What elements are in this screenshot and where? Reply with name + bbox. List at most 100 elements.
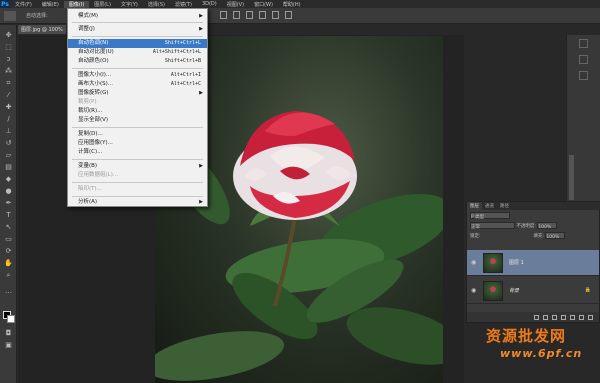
menu-view[interactable]: 视图(V) xyxy=(222,1,249,8)
shape-icon[interactable]: ▭ xyxy=(4,235,13,243)
layer-row-1[interactable]: ◉ 图层 1 xyxy=(467,250,599,276)
magic-wand-icon[interactable]: ⁂ xyxy=(4,67,13,75)
watermark-text: 资源批发网 xyxy=(486,327,567,345)
move-tool-icon[interactable] xyxy=(4,10,16,21)
tab-channels[interactable]: 通道 xyxy=(482,202,497,210)
move-icon[interactable]: ✥ xyxy=(4,31,13,39)
new-layer-icon[interactable] xyxy=(579,314,584,320)
fill-label: 填充: xyxy=(533,234,544,239)
auto-select-label: 自动选择: xyxy=(26,13,48,19)
pen-icon[interactable]: ✒ xyxy=(4,199,13,207)
menu-3d[interactable]: 3D(D) xyxy=(197,1,222,7)
blur-icon[interactable]: ◆ xyxy=(4,175,13,183)
opacity-label: 不透明度: xyxy=(516,224,536,229)
menu-item-label: 自动色调(N) xyxy=(78,40,109,46)
background-color-swatch[interactable] xyxy=(7,315,15,323)
eraser-icon[interactable]: ▱ xyxy=(4,151,13,159)
link-layers-icon[interactable] xyxy=(534,314,539,320)
healing-brush-icon[interactable]: ✚ xyxy=(4,103,13,111)
menu-item-image-size[interactable]: 图像大小(I)... Alt+Ctrl+I xyxy=(68,71,207,80)
align-middle-icon[interactable] xyxy=(233,11,240,19)
menu-item-shortcut: Alt+Ctrl+C xyxy=(170,81,201,87)
menu-item-mode[interactable]: 模式(M) ▶ xyxy=(68,12,207,21)
layer-kind-filter[interactable]: P 类型 xyxy=(470,212,510,220)
menu-separator xyxy=(72,196,203,197)
path-selection-icon[interactable]: ↖ xyxy=(4,223,13,231)
menu-item-label: 自动颜色(O) xyxy=(78,58,109,64)
blend-mode-select[interactable]: 正常 xyxy=(470,222,515,230)
menu-item-auto-contrast[interactable]: 自动对比度(U) Alt+Shift+Ctrl+L xyxy=(68,48,207,57)
dodge-icon[interactable]: ● xyxy=(4,187,13,195)
hand-icon[interactable]: ✋ xyxy=(4,259,13,267)
submenu-arrow-icon: ▶ xyxy=(199,90,203,96)
delete-layer-icon[interactable] xyxy=(588,314,593,320)
add-mask-icon[interactable] xyxy=(552,314,557,320)
menu-item-auto-tone[interactable]: 自动色调(N) Shift+Ctrl+L xyxy=(68,39,207,48)
menu-item-label: 复制(D)... xyxy=(78,131,103,137)
gradient-icon[interactable]: ▤ xyxy=(4,163,13,171)
history-brush-icon[interactable]: ↺ xyxy=(4,139,13,147)
align-left-icon[interactable] xyxy=(259,11,266,19)
clone-stamp-icon[interactable]: ⊥ xyxy=(4,127,13,135)
tab-layers[interactable]: 图层 xyxy=(467,202,482,210)
menu-edit[interactable]: 编辑(E) xyxy=(37,1,64,8)
menu-item-trim[interactable]: 裁切(R)... xyxy=(68,107,207,116)
visibility-eye-icon[interactable]: ◉ xyxy=(471,259,476,266)
menu-window[interactable]: 窗口(W) xyxy=(249,1,278,8)
menu-item-reveal-all[interactable]: 显示全部(V) xyxy=(68,116,207,125)
menu-item-label: 模式(M) xyxy=(78,13,99,19)
align-top-icon[interactable] xyxy=(220,11,227,19)
fx-icon[interactable] xyxy=(543,314,548,320)
menu-item-duplicate[interactable]: 复制(D)... xyxy=(68,130,207,139)
menu-separator xyxy=(72,127,203,128)
quick-mask-icon[interactable]: ◘ xyxy=(4,329,13,337)
menu-image[interactable]: 图像(I) xyxy=(63,0,90,8)
swatches-panel-icon[interactable] xyxy=(579,71,588,80)
document-tab[interactable]: 图层.jpg @ 100% xyxy=(18,25,66,34)
tab-paths[interactable]: 路径 xyxy=(497,202,512,210)
menu-help[interactable]: 帮助(H) xyxy=(278,1,306,8)
type-icon[interactable]: T xyxy=(4,211,13,219)
fill-input[interactable]: 100% xyxy=(545,232,566,240)
brush-icon[interactable]: ∕ xyxy=(4,115,13,123)
lock-row: 锁定: 填充: 100% xyxy=(470,232,598,241)
menu-item-image-rotation[interactable]: 图像旋转(G) ▶ xyxy=(68,89,207,98)
opacity-input[interactable]: 100% xyxy=(537,222,558,230)
menu-item-label: 应用数据组(L)... xyxy=(78,172,119,178)
align-right-icon[interactable] xyxy=(285,11,292,19)
menu-item-analysis[interactable]: 分析(A) ▶ xyxy=(68,198,207,207)
new-group-icon[interactable] xyxy=(570,314,575,320)
menu-item-adjustments[interactable]: 调整(J) ▶ xyxy=(68,25,207,34)
menu-item-calculations[interactable]: 计算(C)... xyxy=(68,148,207,157)
menu-filter[interactable]: 滤镜(T) xyxy=(170,1,197,8)
menu-type[interactable]: 文字(Y) xyxy=(116,1,143,8)
zoom-icon[interactable]: ⌕ xyxy=(4,271,13,279)
menu-layer[interactable]: 图层(L) xyxy=(89,1,116,8)
vertical-scrollbar[interactable] xyxy=(569,155,574,200)
layers-panel-tabs: 图层 通道 路径 xyxy=(467,202,600,210)
menu-item-canvas-size[interactable]: 画布大小(S)... Alt+Ctrl+C xyxy=(68,80,207,89)
menu-file[interactable]: 文件(F) xyxy=(10,1,37,8)
visibility-eye-icon[interactable]: ◉ xyxy=(471,287,476,294)
more-tools-icon[interactable]: … xyxy=(4,287,13,295)
history-panel-icon[interactable] xyxy=(579,39,588,48)
layer-row-background[interactable]: ◉ 背景 🔒 xyxy=(467,278,599,304)
menu-item-label: 变量(B) xyxy=(78,163,98,169)
marquee-icon[interactable]: ⬚ xyxy=(4,43,13,51)
3d-rotate-icon[interactable]: ⟳ xyxy=(4,247,13,255)
adjustment-layer-icon[interactable] xyxy=(561,314,566,320)
lasso-icon[interactable]: ↄ xyxy=(4,55,13,63)
menu-item-variables[interactable]: 变量(B) ▶ xyxy=(68,162,207,171)
menu-select[interactable]: 选择(S) xyxy=(143,1,170,8)
screen-mode-icon[interactable]: ▣ xyxy=(4,341,13,349)
layers-panel: 图层 通道 路径 P 类型 正常 不透明度: 100% 锁定: 填充: 100%… xyxy=(466,201,600,323)
align-bottom-icon[interactable] xyxy=(246,11,253,19)
properties-panel-icon[interactable] xyxy=(579,55,588,64)
menu-item-label: 图像旋转(G) xyxy=(78,90,109,96)
menu-item-auto-color[interactable]: 自动颜色(O) Shift+Ctrl+B xyxy=(68,57,207,66)
crop-icon[interactable]: ⌗ xyxy=(4,79,13,87)
align-center-icon[interactable] xyxy=(272,11,279,19)
menu-item-apply-image[interactable]: 应用图像(Y)... xyxy=(68,139,207,148)
eyedropper-icon[interactable]: ⁄ xyxy=(4,91,13,99)
menu-item-label: 计算(C)... xyxy=(78,149,103,155)
